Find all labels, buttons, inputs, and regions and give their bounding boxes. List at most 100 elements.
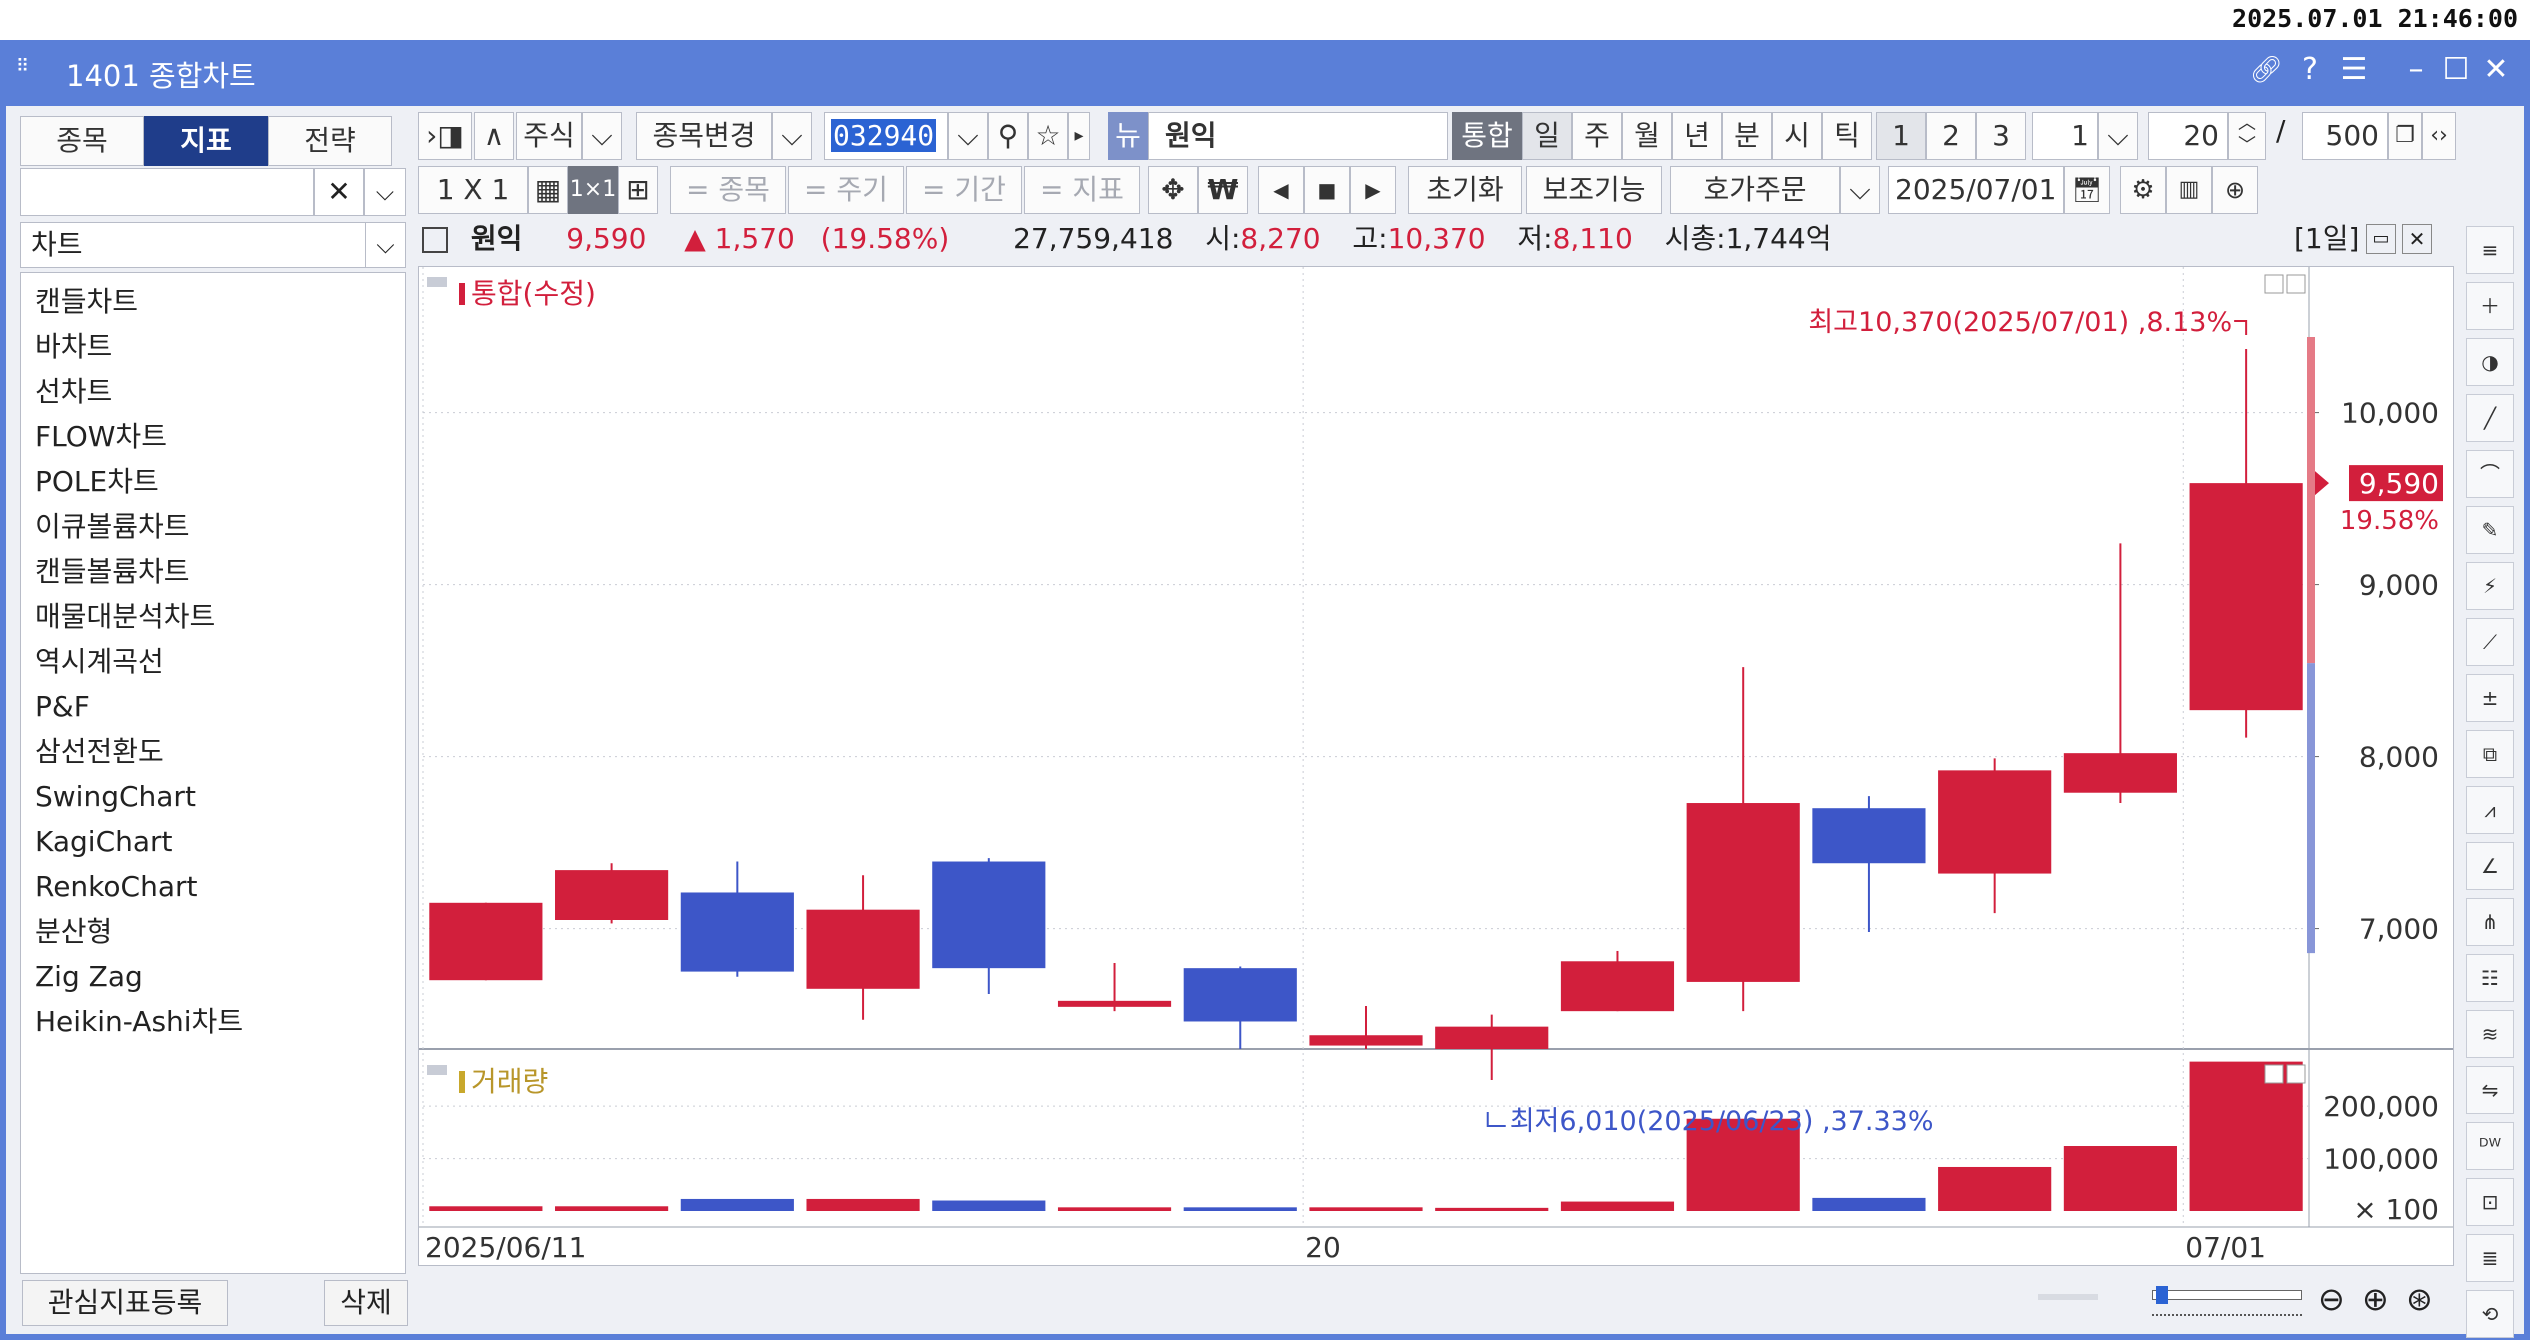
change-stock-button[interactable]: 종목변경 xyxy=(636,112,772,160)
chart-type-item[interactable]: RenkoChart xyxy=(21,864,405,909)
scroll-thumb[interactable] xyxy=(2038,1294,2098,1300)
reset-button[interactable]: 초기화 xyxy=(1408,166,1522,214)
page-button[interactable]: 2 xyxy=(1926,112,1976,160)
zoom-out-icon[interactable]: ⊖ xyxy=(2318,1280,2345,1318)
zoom-slider[interactable] xyxy=(2152,1286,2302,1316)
chart-type-item[interactable]: 캔들차트 xyxy=(21,279,405,324)
tab-strategy[interactable]: 전략 xyxy=(268,116,392,166)
tab-indicator[interactable]: 지표 xyxy=(144,116,268,166)
count-input[interactable]: 20 xyxy=(2148,112,2228,160)
code-dropdown-icon[interactable]: ⌵ xyxy=(948,112,988,160)
grid-icon[interactable]: ▦ xyxy=(528,166,568,214)
chart-type-item[interactable]: 분산형 xyxy=(21,909,405,954)
chart-settings-icon[interactable]: ▥ xyxy=(2166,166,2212,214)
chart-area[interactable]: 10,000 9,000 8,000 7,000 200,000 100,000 × 100… xyxy=(418,266,2454,1266)
pen-icon[interactable]: ✎ xyxy=(2466,506,2514,554)
count-stepper[interactable]: ︿ ﹀ xyxy=(2228,112,2266,160)
chart-type-item[interactable]: 이큐볼륨차트 xyxy=(21,504,405,549)
spread-icon[interactable]: ⇋ xyxy=(2466,1066,2514,1114)
menu-grip-icon[interactable]: ⠿ xyxy=(16,56,29,77)
zigzag-icon[interactable]: ⚡ xyxy=(2466,562,2514,610)
chart-type-item[interactable]: 캔들볼륨차트 xyxy=(21,549,405,594)
line-icon[interactable]: ╱ xyxy=(2466,394,2514,442)
prev-icon[interactable]: ◀ xyxy=(1258,166,1304,214)
panel-toggle-button[interactable]: ›◨ xyxy=(418,112,472,160)
star-icon[interactable]: ☆ xyxy=(1028,112,1068,160)
zoom-in-icon[interactable]: ⊕ xyxy=(2362,1280,2389,1318)
chart-type-item[interactable]: POLE차트 xyxy=(21,459,405,504)
indicator-search-input[interactable] xyxy=(20,168,314,216)
chart-svg[interactable]: 10,000 9,000 8,000 7,000 200,000 100,000 × 100… xyxy=(419,267,2453,1265)
minimize-icon[interactable]: – xyxy=(2396,50,2436,90)
link-filter-button[interactable]: = 기간 xyxy=(906,166,1022,214)
category-select[interactable]: 차트 ⌵ xyxy=(20,222,406,268)
help-icon[interactable]: ? xyxy=(2290,50,2330,90)
move-icon[interactable]: ✥ xyxy=(1148,166,1198,214)
change-dropdown-icon[interactable]: ⌵ xyxy=(772,112,812,160)
next-icon[interactable]: ▶ xyxy=(1350,166,1396,214)
clear-search-icon[interactable]: ✕ xyxy=(314,168,364,216)
expand-icon[interactable]: ‹› xyxy=(2422,112,2456,160)
delete-button[interactable]: 삭제 xyxy=(324,1280,408,1326)
angle-icon[interactable]: ∠ xyxy=(2466,842,2514,890)
market-dropdown-icon[interactable]: ⌵ xyxy=(582,112,622,160)
table-icon[interactable]: ⊞ xyxy=(618,166,658,214)
trendline-icon[interactable]: ＋ xyxy=(2466,282,2514,330)
chart-type-item[interactable]: 삼선전환도 xyxy=(21,729,405,774)
chart-type-item[interactable]: P&F xyxy=(21,684,405,729)
link-filter-button[interactable]: = 주기 xyxy=(788,166,904,214)
chart-type-item[interactable]: SwingChart xyxy=(21,774,405,819)
panel-maximize-icon[interactable]: ▭ xyxy=(2366,224,2396,254)
stop-icon[interactable]: ■ xyxy=(1304,166,1350,214)
chart-type-item[interactable]: 바차트 xyxy=(21,324,405,369)
date-input[interactable]: 2025/07/01 xyxy=(1888,166,2064,214)
period-button[interactable]: 일 xyxy=(1522,112,1572,160)
play-icon[interactable]: ▸ xyxy=(1068,112,1090,160)
list-menu-icon[interactable]: ☰ xyxy=(2334,50,2374,90)
order-dropdown-icon[interactable]: ⌵ xyxy=(1840,166,1880,214)
plus-minus-icon[interactable]: ± xyxy=(2466,674,2514,722)
pattern-icon[interactable]: ⧉ xyxy=(2466,730,2514,778)
close-icon[interactable]: ✕ xyxy=(2476,50,2516,90)
page-button[interactable]: 1 xyxy=(1876,112,1926,160)
stock-code-input[interactable]: 032940 xyxy=(824,112,948,160)
interval-input[interactable]: 1 xyxy=(2032,112,2098,160)
maximize-icon[interactable]: ☐ xyxy=(2436,50,2476,90)
chart-type-item[interactable]: Zig Zag xyxy=(21,954,405,999)
text-list-icon[interactable]: ☷ xyxy=(2466,954,2514,1002)
aux-function-button[interactable]: 보조기능 xyxy=(1526,166,1662,214)
page-button[interactable]: 3 xyxy=(1976,112,2026,160)
period-button[interactable]: 월 xyxy=(1622,112,1672,160)
fan-icon[interactable]: ⋔ xyxy=(2466,898,2514,946)
fib-line-icon[interactable]: ⟋ xyxy=(2466,618,2514,666)
all-tools-icon[interactable]: ≡ xyxy=(2466,226,2514,274)
combined-button[interactable]: 통합 xyxy=(1452,112,1522,160)
all-tools-2-icon[interactable]: ≣ xyxy=(2466,1234,2514,1282)
ruler-icon[interactable]: ⌒ xyxy=(2466,450,2514,498)
won-icon[interactable]: ₩ xyxy=(1198,166,1248,214)
calendar-icon[interactable]: 📅︎ xyxy=(2064,166,2110,214)
period-button[interactable]: 틱 xyxy=(1822,112,1872,160)
single-layout-button[interactable]: 1×1 xyxy=(568,166,618,214)
search-dropdown-icon[interactable]: ⌵ xyxy=(364,168,406,216)
period-button[interactable]: 주 xyxy=(1572,112,1622,160)
chart-type-item[interactable]: KagiChart xyxy=(21,819,405,864)
chart-type-item[interactable]: Heikin-Ashi차트 xyxy=(21,999,405,1044)
add-chart-icon[interactable]: ⊕ xyxy=(2212,166,2258,214)
market-select[interactable]: 주식 xyxy=(516,112,582,160)
link-filter-button[interactable]: = 종목 xyxy=(670,166,786,214)
period-button[interactable]: 시 xyxy=(1772,112,1822,160)
register-indicator-button[interactable]: 관심지표등록 xyxy=(22,1280,228,1326)
dw-mm-icon[interactable]: ᴰᵂ xyxy=(2466,1122,2514,1170)
channel-icon[interactable]: ⩘ xyxy=(2466,786,2514,834)
period-button[interactable]: 분 xyxy=(1722,112,1772,160)
order-button[interactable]: 호가주문 xyxy=(1670,166,1840,214)
undo-icon[interactable]: ⟲ xyxy=(2466,1290,2514,1338)
news-badge[interactable]: 뉴 xyxy=(1108,112,1148,160)
interval-dropdown-icon[interactable]: ⌵ xyxy=(2098,112,2138,160)
crosshair-icon[interactable]: ◑ xyxy=(2466,338,2514,386)
zoom-reset-icon[interactable]: ⊛ xyxy=(2406,1280,2433,1318)
total-count-input[interactable]: 500 xyxy=(2302,112,2388,160)
chart-type-item[interactable]: 매물대분석차트 xyxy=(21,594,405,639)
measure-icon[interactable]: ⊡ xyxy=(2466,1178,2514,1226)
